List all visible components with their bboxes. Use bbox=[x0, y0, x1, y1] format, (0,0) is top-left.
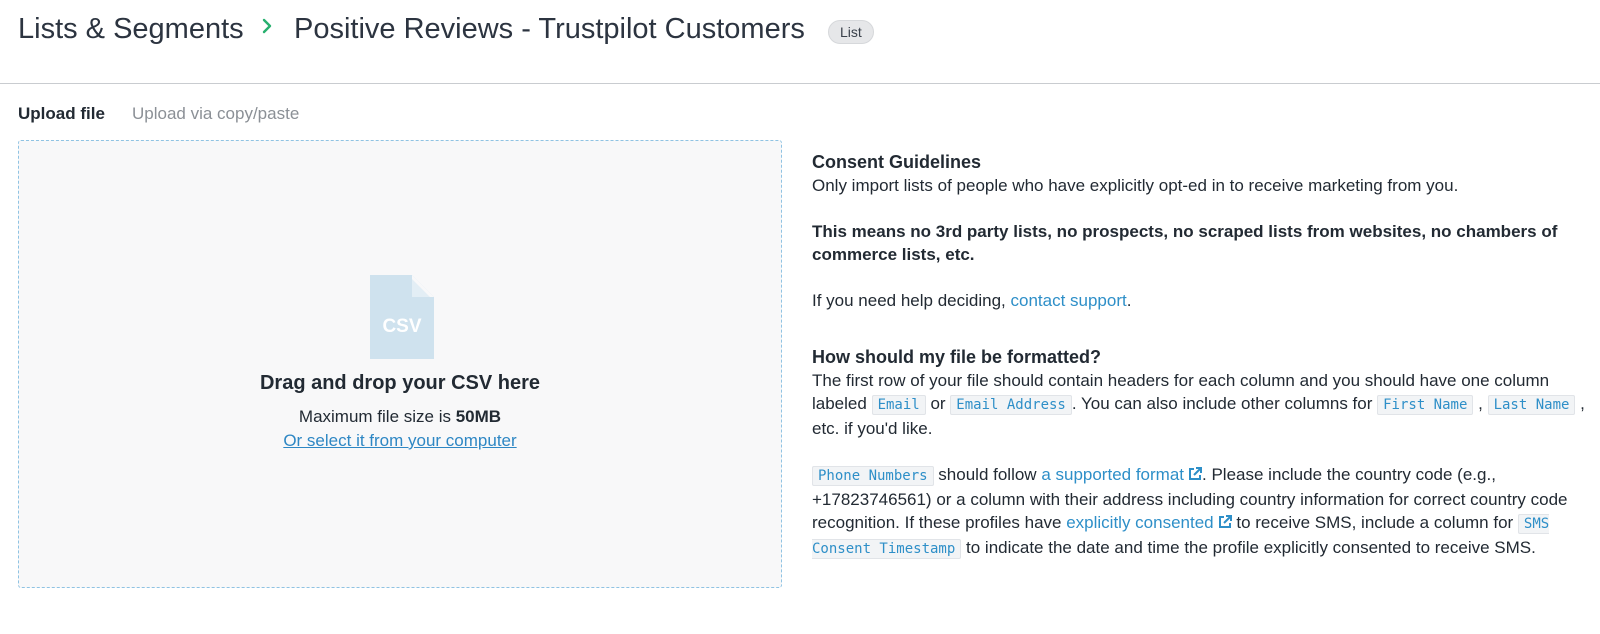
page-header: Lists & Segments Positive Reviews - Trus… bbox=[0, 0, 1600, 84]
code-email-address: Email Address bbox=[950, 395, 1072, 415]
format-p1-text-b: . You can also include other columns for bbox=[1071, 394, 1378, 413]
format-p1-comma: , bbox=[1473, 394, 1488, 413]
external-link-icon bbox=[1189, 467, 1203, 480]
csv-dropzone[interactable]: CSV Drag and drop your CSV here Maximum … bbox=[18, 140, 782, 588]
csv-file-icon: CSV bbox=[370, 275, 434, 359]
select-file-link-wrap: Or select it from your computer bbox=[19, 431, 781, 451]
explicitly-consented-link-label: explicitly consented bbox=[1066, 513, 1214, 532]
format-p1-or: or bbox=[925, 394, 951, 413]
format-p2-text-d: to indicate the date and time the profil… bbox=[961, 538, 1536, 557]
format-paragraph-1: The first row of your file should contai… bbox=[812, 369, 1587, 440]
format-heading: How should my file be formatted? bbox=[812, 347, 1102, 367]
format-paragraph-2: Phone Numbers should follow a supported … bbox=[812, 463, 1587, 561]
consent-help: If you need help deciding, contact suppo… bbox=[812, 289, 1587, 312]
tab-upload-file[interactable]: Upload file bbox=[18, 104, 105, 124]
format-p2-text-c: to receive SMS, include a column for bbox=[1231, 513, 1518, 532]
code-email: Email bbox=[871, 395, 926, 415]
tab-upload-copy-paste[interactable]: Upload via copy/paste bbox=[132, 104, 299, 124]
csv-icon-label: CSV bbox=[382, 316, 421, 337]
max-file-size-value: 50MB bbox=[455, 407, 502, 426]
consent-line-1: Only import lists of people who have exp… bbox=[812, 176, 1459, 195]
code-last-name: Last Name bbox=[1487, 395, 1576, 415]
supported-format-link[interactable]: a supported format bbox=[1041, 465, 1203, 484]
supported-format-link-label: a supported format bbox=[1041, 465, 1185, 484]
format-p2-text-a: should follow bbox=[933, 465, 1042, 484]
external-link-icon bbox=[1218, 515, 1232, 528]
consent-help-suffix: . bbox=[1126, 291, 1132, 310]
chevron-right-icon bbox=[262, 18, 272, 34]
breadcrumb-lists-segments[interactable]: Lists & Segments bbox=[18, 13, 244, 46]
select-file-link[interactable]: Or select it from your computer bbox=[283, 431, 516, 450]
page-title: Positive Reviews - Trustpilot Customers bbox=[294, 13, 805, 45]
code-phone-numbers: Phone Numbers bbox=[812, 466, 934, 486]
explicitly-consented-link[interactable]: explicitly consented bbox=[1066, 513, 1232, 532]
max-file-size: Maximum file size is 50MB bbox=[19, 407, 781, 427]
consent-line-2: This means no 3rd party lists, no prospe… bbox=[812, 222, 1558, 264]
contact-support-link[interactable]: contact support bbox=[1010, 291, 1126, 310]
dropzone-title: Drag and drop your CSV here bbox=[259, 372, 541, 394]
consent-heading: Consent Guidelines bbox=[812, 152, 982, 172]
guidelines-panel: Consent Guidelines Only import lists of … bbox=[812, 150, 1587, 561]
max-file-size-prefix: Maximum file size is bbox=[298, 407, 456, 426]
consent-help-prefix: If you need help deciding, bbox=[812, 291, 1011, 310]
list-type-badge: List bbox=[828, 20, 874, 44]
code-first-name: First Name bbox=[1377, 395, 1474, 415]
